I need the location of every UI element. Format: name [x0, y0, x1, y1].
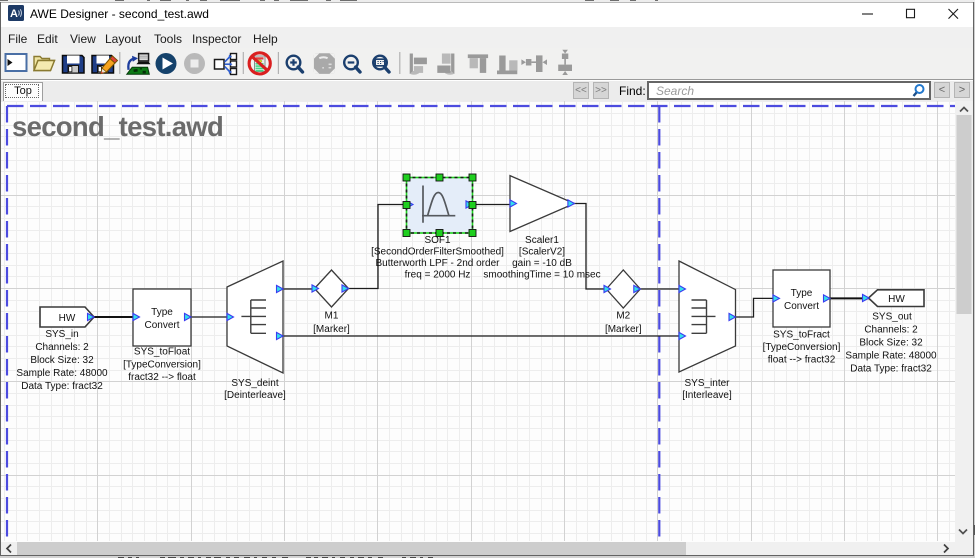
svg-text:Convert: Convert: [784, 301, 819, 312]
svg-text:A: A: [10, 8, 18, 20]
svg-text:float --> fract32: float --> fract32: [768, 355, 836, 366]
svg-text:Sample Rate: 48000: Sample Rate: 48000: [16, 368, 108, 379]
svg-text:Sample Rate: 48000: Sample Rate: 48000: [845, 351, 937, 362]
svg-text:Type: Type: [791, 288, 813, 299]
svg-text:Butterworth LPF - 2nd order: Butterworth LPF - 2nd order: [376, 258, 501, 269]
svg-text:freq = 2000 Hz: freq = 2000 Hz: [405, 270, 471, 281]
svg-text:[Interleave]: [Interleave]: [682, 390, 732, 401]
svg-text:SYS_inter: SYS_inter: [684, 378, 730, 389]
svg-text:smoothingTime = 10 msec: smoothingTime = 10 msec: [483, 270, 600, 281]
svg-text:[SecondOrderFilterSmoothed]: [SecondOrderFilterSmoothed]: [371, 247, 504, 258]
svg-text:SYS_out: SYS_out: [872, 312, 912, 323]
svg-text:HW: HW: [59, 313, 76, 324]
svg-text:[TypeConversion]: [TypeConversion]: [763, 342, 841, 353]
svg-text:Convert: Convert: [144, 320, 179, 331]
svg-text:Data Type: fract32: Data Type: fract32: [850, 364, 932, 375]
svg-text:Data Type: fract32: Data Type: fract32: [21, 381, 103, 392]
svg-text:Block Size: 32: Block Size: 32: [859, 338, 923, 349]
svg-text:[TypeConversion]: [TypeConversion]: [123, 360, 201, 371]
svg-text:M1: M1: [325, 311, 339, 322]
svg-text:Block Size: 32: Block Size: 32: [30, 355, 94, 366]
svg-text:SYS_deint: SYS_deint: [231, 378, 278, 389]
svg-text:SOF1: SOF1: [424, 235, 451, 246]
svg-text:gain = -10 dB: gain = -10 dB: [512, 258, 572, 269]
svg-text:fract32 --> float: fract32 --> float: [128, 372, 196, 383]
svg-text:[Marker]: [Marker]: [605, 324, 642, 335]
svg-text:[Deinterleave]: [Deinterleave]: [224, 390, 286, 401]
svg-text:Type: Type: [151, 307, 173, 318]
svg-text:Channels: 2: Channels: 2: [864, 325, 918, 336]
svg-text:Scaler1: Scaler1: [525, 235, 559, 246]
svg-text:SYS_toFract: SYS_toFract: [773, 330, 830, 341]
svg-text:[ScalerV2]: [ScalerV2]: [519, 247, 565, 258]
svg-text:M2: M2: [616, 311, 630, 322]
svg-text:Channels: 2: Channels: 2: [35, 342, 89, 353]
svg-text:second_test.awd: second_test.awd: [12, 111, 223, 142]
svg-text:[Marker]: [Marker]: [313, 324, 350, 335]
svg-text:SYS_in: SYS_in: [45, 329, 78, 340]
svg-text:SYS_toFloat: SYS_toFloat: [134, 347, 190, 358]
svg-text:HW: HW: [888, 294, 905, 305]
